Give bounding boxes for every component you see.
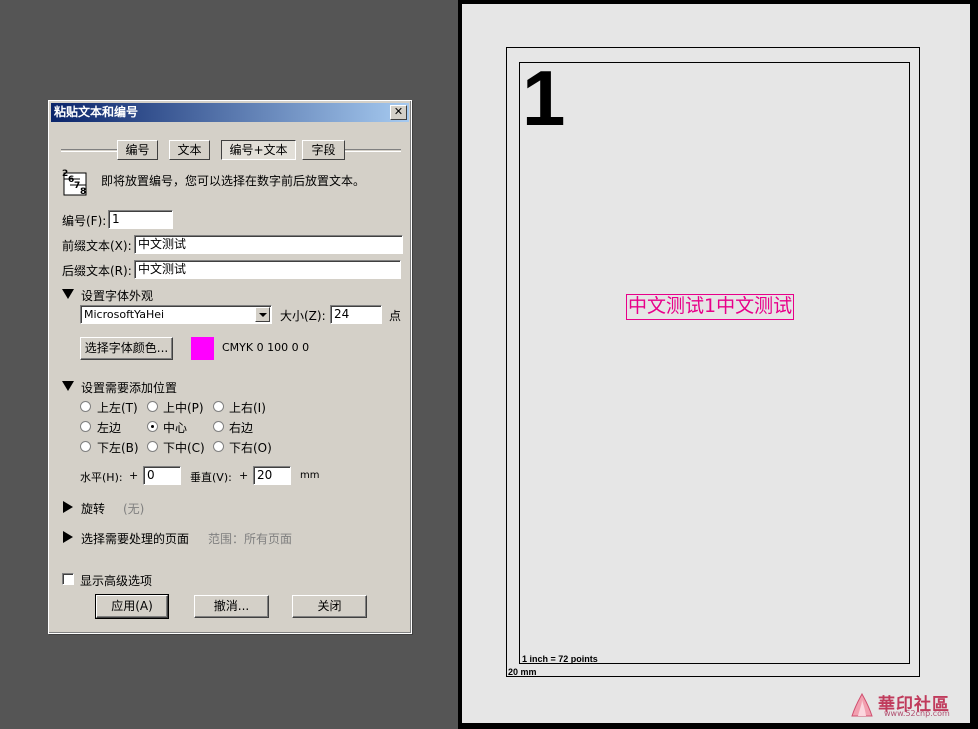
horizontal-offset-input[interactable]: 0 (143, 466, 181, 485)
radio-middle-right-label[interactable]: 右边 (229, 419, 253, 436)
radio-bottom-left-label[interactable]: 下左(B) (97, 439, 139, 456)
radio-top-center[interactable] (147, 401, 158, 412)
preview-page-number: 1 (522, 54, 566, 142)
svg-text:8: 8 (80, 187, 86, 197)
tab-divider-left (61, 149, 117, 152)
radio-bottom-center-label[interactable]: 下中(C) (163, 439, 205, 456)
pages-section-header[interactable]: 选择需要处理的页面 (81, 530, 189, 547)
font-size-unit: 点 (389, 309, 402, 323)
expand-right-icon[interactable] (63, 531, 73, 543)
radio-bottom-left[interactable] (80, 441, 91, 452)
radio-top-left-label[interactable]: 上左(T) (97, 399, 138, 416)
apply-button[interactable]: 应用(A) (95, 594, 169, 619)
pages-range: 范围：所有页面 (208, 532, 293, 546)
prefix-label: 前缀文本(X): (62, 239, 132, 253)
position-section-header[interactable]: 设置需要添加位置 (81, 379, 177, 396)
expand-down-icon[interactable] (62, 289, 74, 299)
vertical-offset-input[interactable]: 20 (253, 466, 291, 485)
dialog-titlebar[interactable]: 粘贴文本和编号 ✕ (51, 103, 409, 122)
radio-middle-left[interactable] (80, 421, 91, 432)
expand-right-icon[interactable] (63, 501, 73, 513)
close-button[interactable]: 关闭 (292, 595, 367, 618)
rotation-section-header[interactable]: 旋转 (81, 500, 105, 517)
vertical-label: 垂直(V): (190, 471, 232, 484)
radio-bottom-right-label[interactable]: 下右(O) (229, 439, 272, 456)
font-select-value: MicrosoftYaHei (84, 308, 165, 321)
radio-middle-left-label[interactable]: 左边 (97, 419, 121, 436)
chevron-down-icon[interactable] (255, 307, 270, 322)
choose-font-color-button[interactable]: 选择字体颜色... (80, 337, 173, 360)
tab-text[interactable]: 文本 (169, 140, 210, 160)
font-size-input[interactable]: 24 (330, 305, 382, 324)
prefix-input[interactable]: 中文测试 (134, 235, 403, 254)
rotation-value: (无) (123, 502, 145, 516)
dialog-title: 粘贴文本和编号 (54, 105, 139, 119)
horizontal-label: 水平(H): (80, 471, 123, 484)
preview-margin-note: 20 mm (508, 667, 537, 677)
cancel-button[interactable]: 撤消... (194, 595, 269, 618)
page-content-box (519, 62, 910, 664)
horizontal-sign: + (129, 469, 139, 482)
advanced-options-checkbox[interactable] (62, 573, 74, 585)
radio-top-right-label[interactable]: 上右(I) (229, 399, 266, 416)
description-text: 即将放置编号，您可以选择在数字前后放置文本。 (101, 174, 366, 188)
suffix-label: 后缀文本(R): (62, 264, 132, 278)
font-color-value: CMYK 0 100 0 0 (222, 341, 310, 354)
close-icon[interactable]: ✕ (390, 105, 407, 120)
numbering-icon: 2 6 7 8 (60, 167, 90, 197)
tab-number[interactable]: 编号 (117, 140, 158, 160)
font-section-header[interactable]: 设置字体外观 (81, 287, 153, 304)
radio-center[interactable] (147, 421, 158, 432)
radio-middle-right[interactable] (213, 421, 224, 432)
font-size-label: 大小(Z): (280, 309, 326, 323)
paste-text-numbering-dialog: 粘贴文本和编号 ✕ 编号 文本 编号+文本 字段 2 6 7 8 即将放置编号，… (48, 100, 412, 634)
tab-field[interactable]: 字段 (302, 140, 345, 160)
watermark-mark-icon (851, 692, 873, 717)
preview-scale-note: 1 inch = 72 points (522, 654, 598, 664)
radio-bottom-center[interactable] (147, 441, 158, 452)
radio-bottom-right[interactable] (213, 441, 224, 452)
number-label: 编号(F): (62, 214, 107, 228)
radio-center-label[interactable]: 中心 (163, 419, 187, 436)
expand-down-icon[interactable] (62, 381, 74, 391)
number-input[interactable]: 1 (108, 210, 173, 229)
watermark-url: www.52cnp.com (884, 709, 950, 718)
suffix-input[interactable]: 中文测试 (134, 260, 401, 279)
radio-top-center-label[interactable]: 上中(P) (163, 399, 204, 416)
tab-number-plus-text[interactable]: 编号+文本 (221, 140, 296, 160)
tab-divider-right (345, 149, 401, 152)
offset-unit: mm (300, 470, 320, 481)
preview-stamp-text[interactable]: 中文测试1中文测试 (626, 294, 795, 320)
font-select[interactable]: MicrosoftYaHei (80, 305, 272, 324)
watermark-logo: 華印社區 www.52cnp.com (848, 690, 976, 720)
radio-top-right[interactable] (213, 401, 224, 412)
advanced-options-label[interactable]: 显示高级选项 (80, 572, 152, 589)
font-color-swatch[interactable] (191, 337, 214, 360)
radio-top-left[interactable] (80, 401, 91, 412)
vertical-sign: + (239, 469, 249, 482)
